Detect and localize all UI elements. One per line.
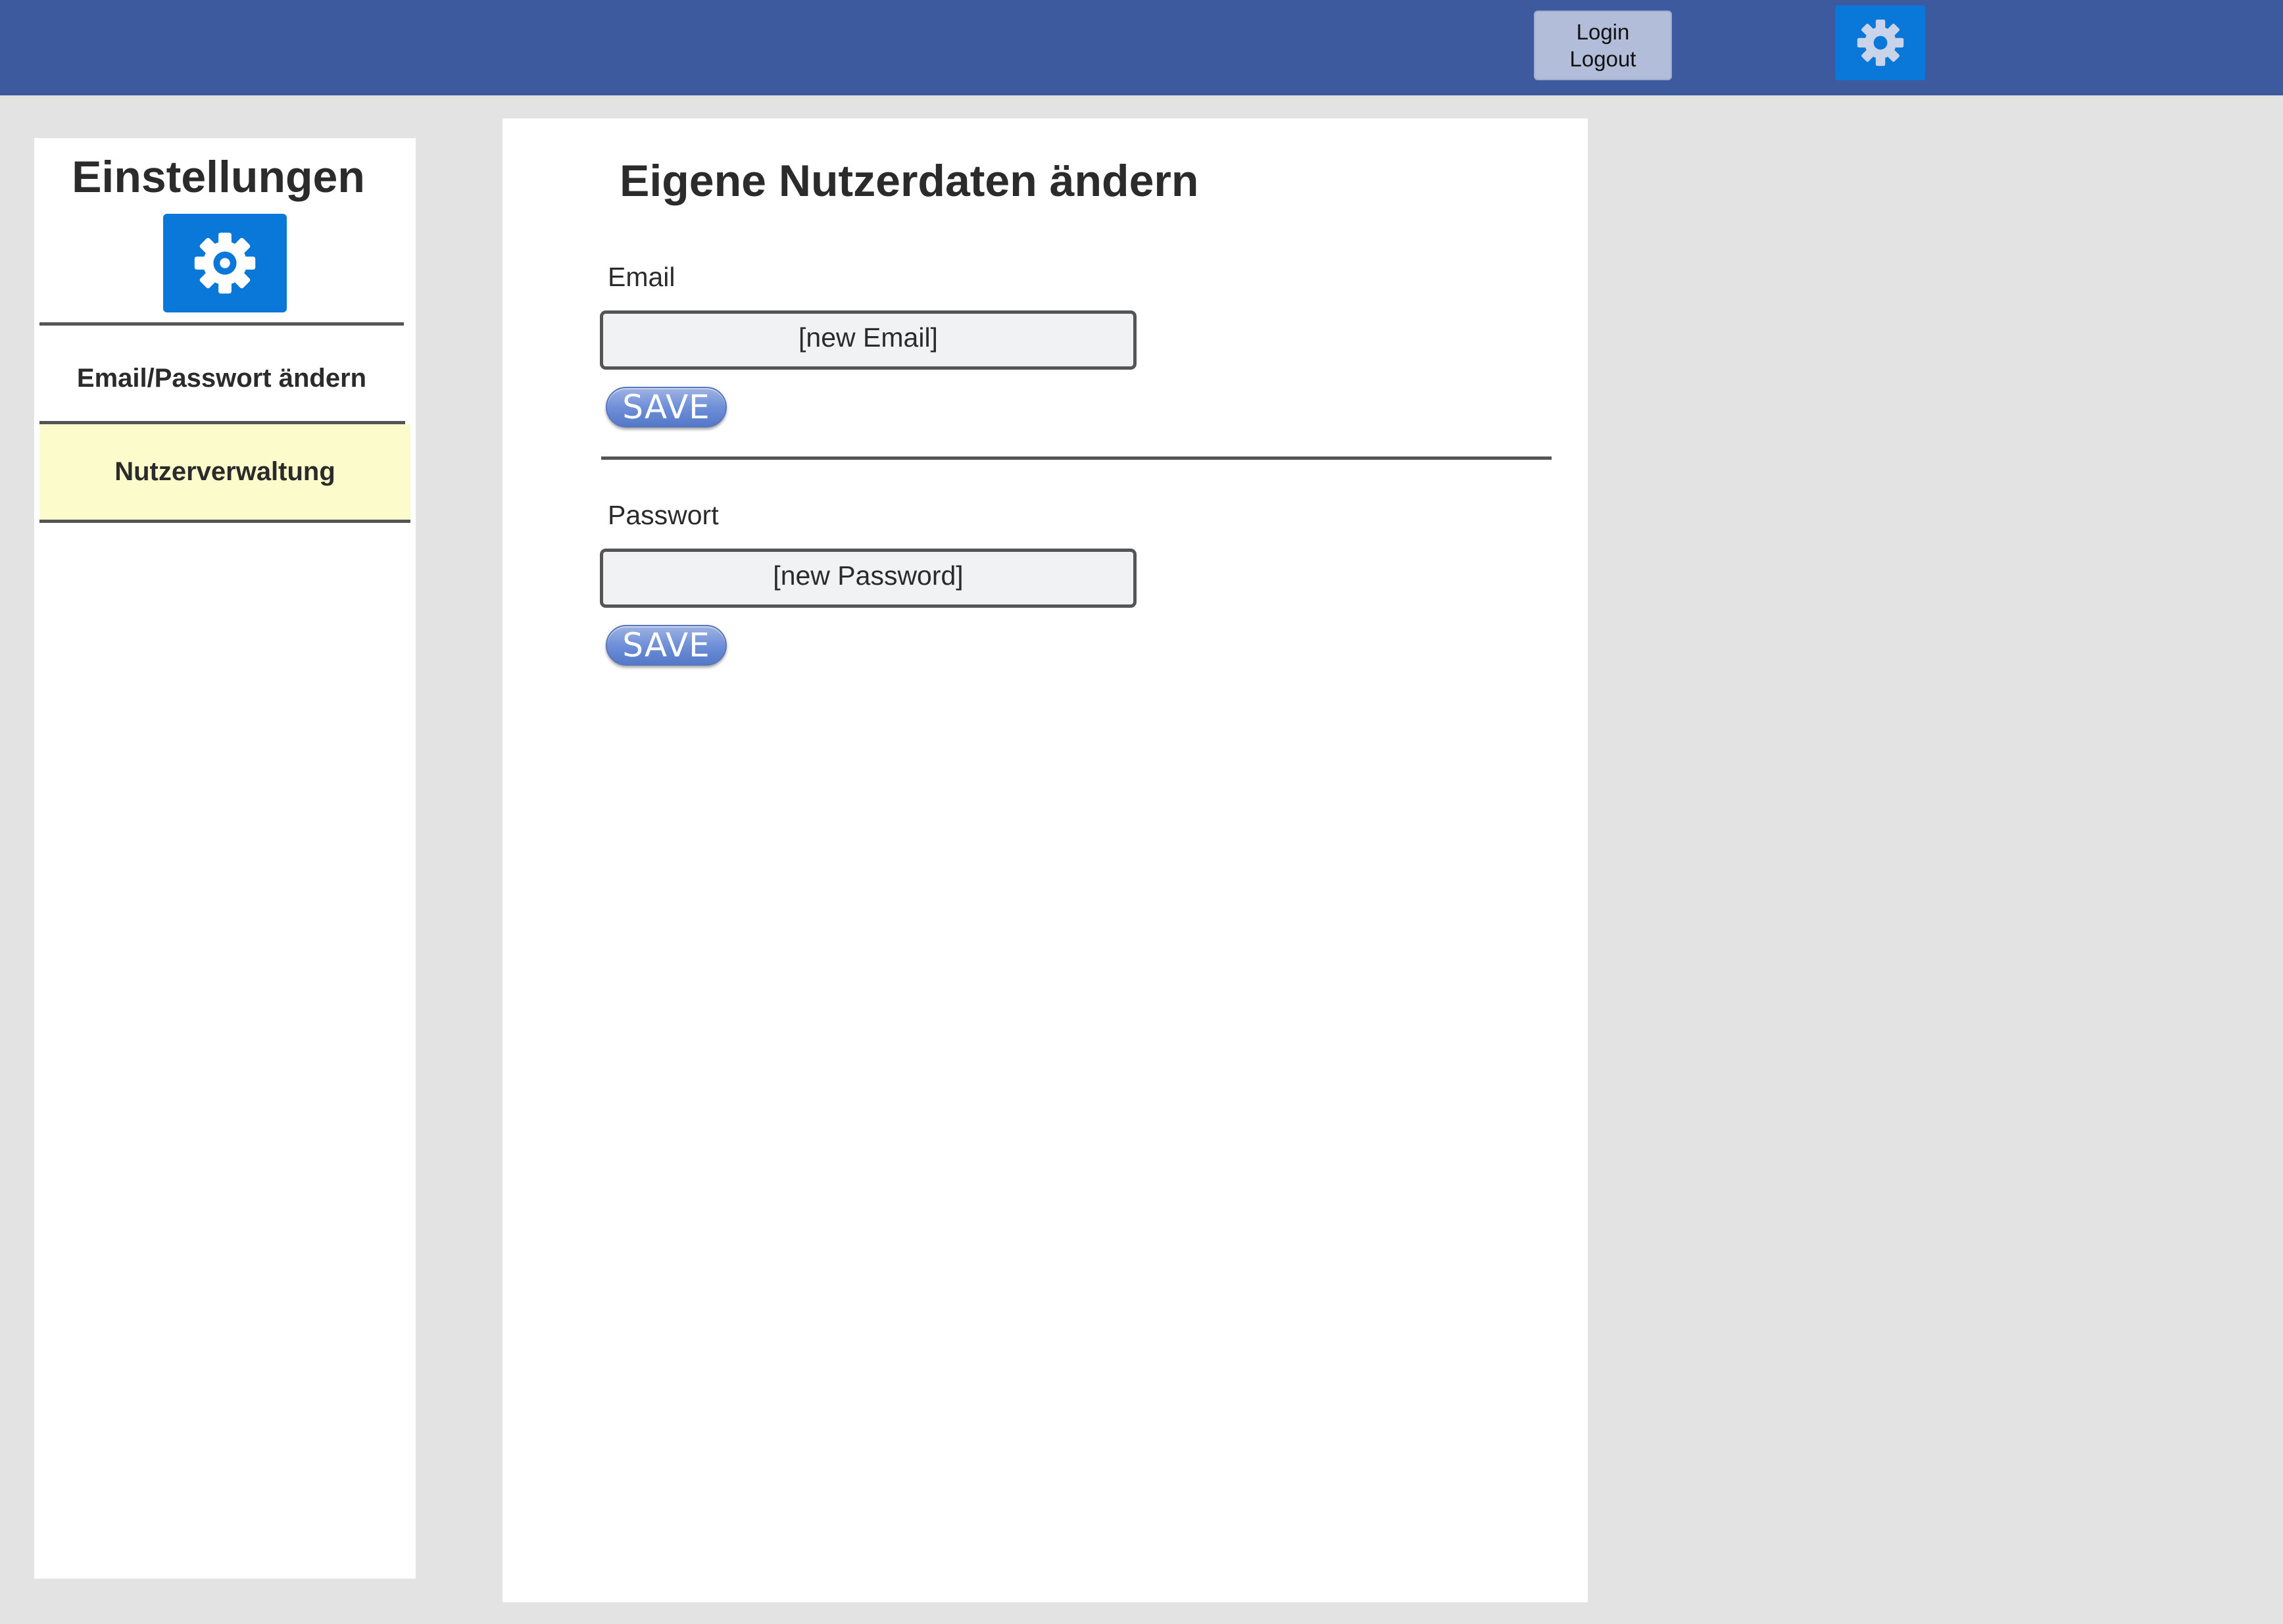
sidebar-divider xyxy=(39,520,410,523)
settings-button[interactable] xyxy=(1835,5,1925,80)
save-email-button[interactable]: SAVE xyxy=(606,387,727,428)
section-divider xyxy=(601,456,1552,460)
sidebar-item-label: Email/Passwort ändern xyxy=(76,363,367,393)
email-label: Email xyxy=(608,262,675,292)
main-panel: Eigene Nutzerdaten ändern Email [new Ema… xyxy=(503,118,1588,1602)
settings-icon-tile xyxy=(163,214,287,312)
save-label: SAVE xyxy=(622,626,710,664)
email-placeholder: [new Email] xyxy=(798,322,938,353)
gear-icon xyxy=(1857,19,1903,66)
gear-icon xyxy=(194,232,256,294)
logout-label: Logout xyxy=(1569,47,1636,71)
password-placeholder: [new Password] xyxy=(773,560,964,591)
email-field[interactable]: [new Email] xyxy=(600,310,1137,370)
sidebar-divider xyxy=(39,322,404,326)
sidebar-item-user-management[interactable]: Nutzerverwaltung xyxy=(39,424,410,520)
password-label: Passwort xyxy=(608,500,719,530)
sidebar-title: Einstellungen xyxy=(72,152,365,202)
save-password-button[interactable]: SAVE xyxy=(606,625,727,666)
top-bar: Login Logout xyxy=(0,0,2283,95)
password-field[interactable]: [new Password] xyxy=(600,549,1137,608)
login-label: Login xyxy=(1576,20,1630,44)
page-title: Eigene Nutzerdaten ändern xyxy=(620,156,1199,206)
login-logout-button[interactable]: Login Logout xyxy=(1534,11,1672,80)
settings-sidebar: Einstellungen Email/Passwort ändern Nutz… xyxy=(34,138,416,1579)
sidebar-item-label: Nutzerverwaltung xyxy=(114,457,335,486)
sidebar-item-email-password[interactable]: Email/Passwort ändern xyxy=(39,329,404,428)
save-label: SAVE xyxy=(622,388,710,426)
